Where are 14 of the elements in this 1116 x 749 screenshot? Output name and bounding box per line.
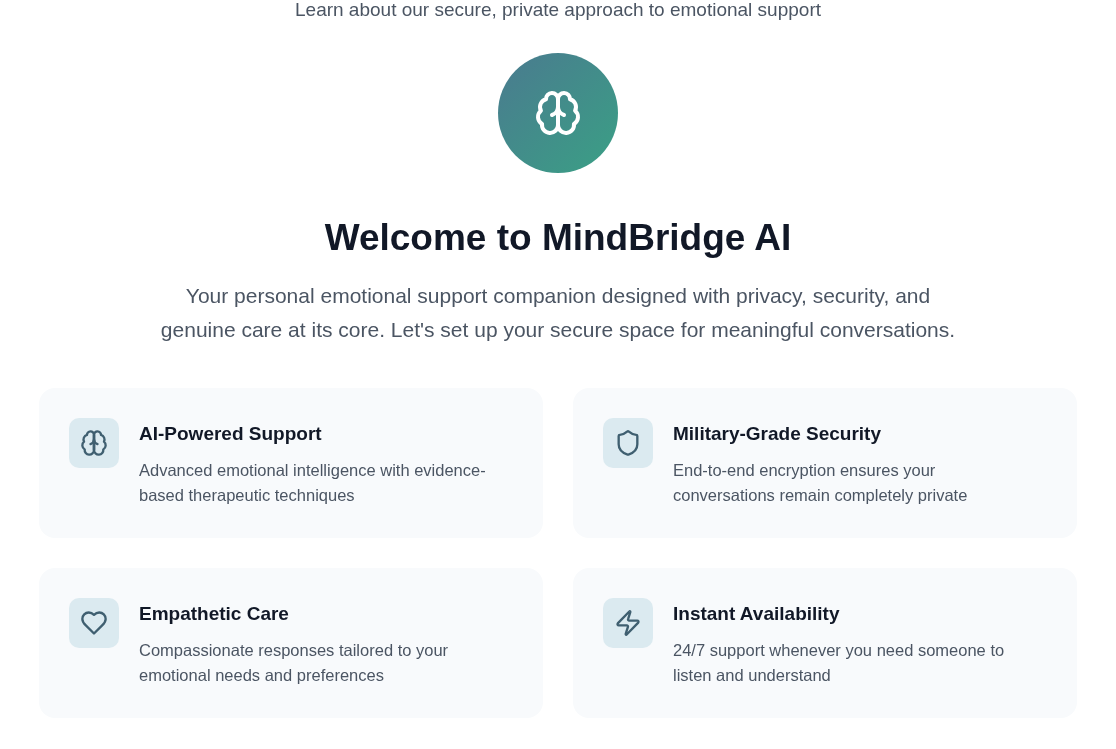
feature-description: Advanced emotional intelligence with evidence-based therapeutic techniques xyxy=(139,460,487,506)
feature-title: Instant Availability xyxy=(673,602,841,626)
shield-icon xyxy=(603,418,653,468)
brain-icon xyxy=(69,418,119,468)
feature-title: Empathetic Care xyxy=(139,602,290,626)
feature-description: 24/7 support whenever you need someone to listen and understand xyxy=(673,640,1006,686)
feature-title: AI-Powered Support xyxy=(139,422,323,446)
intro-subtitle: Learn about our secure, private approach to emotional support xyxy=(295,0,821,20)
lightning-icon xyxy=(603,598,653,648)
feature-description: End-to-end encryption ensures your conversations remain completely private xyxy=(673,460,969,506)
welcome-heading: Welcome to MindBridge AI xyxy=(324,216,792,260)
intro-paragraph: Your personal emotional support companion designed with privacy, security, and genuine care at its core. Let's set up your secure space for meaningful conversations. xyxy=(159,283,957,343)
feature-description: Compassionate responses tailored to your emotional needs and preferences xyxy=(139,640,450,686)
feature-title: Military-Grade Security xyxy=(673,422,883,446)
